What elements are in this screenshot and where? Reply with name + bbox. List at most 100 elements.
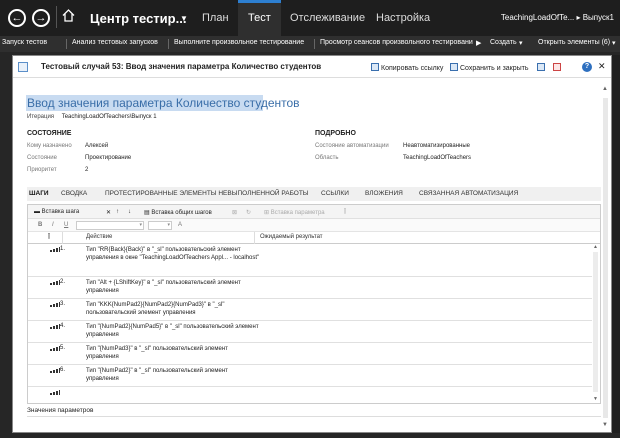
- tab-associated-automation[interactable]: СВЯЗАННАЯ АВТОМАТИЗАЦИЯ: [419, 190, 518, 197]
- chevron-down-icon[interactable]: ▾: [519, 39, 523, 47]
- expected-column-header[interactable]: Ожидаемый результат: [260, 234, 323, 240]
- tab-summary[interactable]: СВОДКА: [61, 190, 87, 197]
- open-items-menu[interactable]: Открыть элементы (6): [538, 39, 610, 46]
- move-up-icon[interactable]: ↑: [116, 209, 119, 215]
- underline-icon[interactable]: U: [64, 222, 68, 228]
- table-row[interactable]: [28, 387, 592, 404]
- exploratory-sessions-link[interactable]: Просмотр сеансов произвольного тестирова…: [320, 39, 473, 46]
- chevron-right-icon: ▶: [476, 40, 482, 47]
- state-value[interactable]: Проектирование: [85, 155, 131, 161]
- steps-toolbar: ▬ Вставка шага ✕ ↑ ↓ ▤ Вставка общих шаг…: [28, 205, 600, 219]
- refresh-icon[interactable]: ↻: [246, 209, 251, 216]
- insert-step-button[interactable]: ▬ Вставка шага: [34, 209, 79, 215]
- area-value[interactable]: TeachingLoadOfTeachers: [403, 155, 471, 161]
- run-tests-link[interactable]: Запуск тестов: [2, 39, 47, 46]
- font-color-icon[interactable]: A: [178, 222, 182, 228]
- save-close-label: Сохранить и закрыть: [460, 65, 529, 72]
- delete-icon[interactable]: [553, 63, 561, 71]
- steps-rows: 1. Тип "RR{Back}{Back}" в "_sl" пользова…: [28, 244, 592, 404]
- project-name[interactable]: Центр тестир...: [90, 11, 186, 26]
- table-row[interactable]: 5. Тип "{NumPad3}" в "_sl" пользовательс…: [28, 343, 592, 365]
- step-number: 1.: [60, 246, 66, 252]
- step-action[interactable]: Тип "{NumPad2}" в "_sl" пользовательский…: [86, 367, 261, 383]
- font-family-select[interactable]: ▾: [76, 221, 144, 230]
- action-column-header[interactable]: Действие: [86, 234, 112, 240]
- help-icon[interactable]: ?: [582, 62, 592, 72]
- divider: [254, 232, 255, 244]
- tab-tracking[interactable]: Отслеживание: [280, 0, 375, 36]
- analyze-runs-link[interactable]: Анализ тестовых запусков: [72, 39, 158, 46]
- step-handle-icon: [50, 280, 60, 285]
- insert-param-label: Вставка параметра: [270, 210, 325, 216]
- sub-toolbar: Запуск тестов Анализ тестовых запусков В…: [0, 36, 620, 52]
- create-shared-steps-icon[interactable]: ⊠: [232, 209, 237, 216]
- step-number: 5.: [60, 345, 66, 351]
- scroll-thumb[interactable]: [593, 252, 598, 392]
- scroll-down-icon[interactable]: ▼: [593, 396, 598, 402]
- save-close-button[interactable]: Сохранить и закрыть: [450, 63, 529, 72]
- window-scrollbar[interactable]: [612, 55, 620, 433]
- step-action[interactable]: Тип "KKK{NumPad2}{NumPad2}{NumPad3}" в "…: [86, 301, 261, 317]
- scroll-thumb[interactable]: [603, 98, 608, 418]
- table-row[interactable]: 6. Тип "{NumPad2}" в "_sl" пользовательс…: [28, 365, 592, 387]
- step-number: 3.: [60, 301, 66, 307]
- bold-icon[interactable]: B: [38, 222, 42, 228]
- step-number: 2.: [60, 279, 66, 285]
- chevron-down-icon[interactable]: ▾: [612, 39, 616, 47]
- tab-plan[interactable]: План: [192, 0, 239, 36]
- save-icon[interactable]: [537, 63, 545, 71]
- forward-icon[interactable]: →: [32, 9, 50, 27]
- step-action[interactable]: Тип "Alt + {LShiftKey}" в "_sl" пользова…: [86, 279, 261, 295]
- delete-step-icon[interactable]: ✕: [106, 209, 111, 216]
- divider: [27, 416, 601, 417]
- copy-link-button[interactable]: Копировать ссылку: [371, 63, 443, 72]
- chevron-down-icon[interactable]: ▼: [180, 14, 188, 23]
- font-size-select[interactable]: ▾: [148, 221, 172, 230]
- tab-links[interactable]: ССЫЛКИ: [321, 190, 349, 197]
- steps-scrollbar[interactable]: ▲ ▼: [592, 244, 599, 404]
- move-down-icon[interactable]: ↓: [128, 209, 131, 215]
- test-case-title-field[interactable]: Ввод значения параметра Количество студе…: [26, 95, 300, 111]
- table-row[interactable]: 1. Тип "RR{Back}{Back}" в "_sl" пользова…: [28, 244, 592, 277]
- dialog-title: Тестовый случай 53: Ввод значения параме…: [41, 62, 322, 71]
- breadcrumb[interactable]: TeachingLoadOfTe... ▸ Выпуск1: [501, 13, 614, 22]
- attachment-col-icon: ⫿: [48, 234, 50, 240]
- insert-parameter-button[interactable]: ⊞ Вставка параметра: [264, 209, 325, 216]
- insert-shared-label: Вставка общих шагов: [151, 210, 212, 216]
- back-icon[interactable]: ←: [8, 9, 26, 27]
- insert-shared-steps-button[interactable]: ▤ Вставка общих шагов: [144, 209, 212, 216]
- table-row[interactable]: 3. Тип "KKK{NumPad2}{NumPad2}{NumPad3}" …: [28, 299, 592, 321]
- tab-attachments[interactable]: ВЛОЖЕНИЯ: [365, 190, 403, 197]
- steps-grid: ▬ Вставка шага ✕ ↑ ↓ ▤ Вставка общих шаг…: [27, 204, 601, 404]
- dialog-scrollbar[interactable]: ▲ ▼: [601, 86, 609, 431]
- scroll-down-icon[interactable]: ▼: [602, 422, 608, 428]
- step-action[interactable]: Тип "{NumPad3}" в "_sl" пользовательский…: [86, 345, 261, 361]
- step-handle-icon: [50, 247, 60, 252]
- scroll-up-icon[interactable]: ▲: [602, 86, 608, 92]
- automation-value[interactable]: Неавтоматизированные: [403, 143, 470, 149]
- tab-test[interactable]: Тест: [238, 0, 281, 36]
- step-action[interactable]: Тип "RR{Back}{Back}" в "_sl" пользовател…: [86, 246, 261, 262]
- italic-icon[interactable]: I: [52, 222, 54, 228]
- save-icon: [450, 63, 458, 71]
- close-icon[interactable]: ✕: [598, 61, 606, 72]
- priority-value[interactable]: 2: [85, 167, 88, 173]
- table-row[interactable]: 2. Тип "Alt + {LShiftKey}" в "_sl" польз…: [28, 277, 592, 299]
- assigned-value[interactable]: Алексей: [85, 143, 108, 149]
- format-toolbar: B I U ▾ ▾ A: [28, 219, 600, 232]
- tab-steps[interactable]: ШАГИ: [29, 190, 49, 197]
- exploratory-testing-link[interactable]: Выполните произвольное тестирование: [174, 39, 304, 46]
- step-action[interactable]: Тип "{NumPad2}{NumPad5}" в "_sl" пользов…: [86, 323, 261, 339]
- create-menu[interactable]: Создать: [490, 39, 517, 46]
- tab-settings[interactable]: Настройка: [366, 0, 440, 36]
- scroll-up-icon[interactable]: ▲: [593, 244, 598, 250]
- step-handle-icon: [50, 368, 60, 373]
- attachment-icon[interactable]: ⫿: [344, 209, 346, 216]
- divider: [66, 39, 67, 49]
- tab-tested-backlog-items[interactable]: ПРОТЕСТИРОВАННЫЕ ЭЛЕМЕНТЫ НЕВЫПОЛНЕННОЙ …: [105, 190, 309, 197]
- home-button[interactable]: [56, 6, 78, 28]
- step-handle-icon: [50, 390, 60, 395]
- iteration-value[interactable]: TeachingLoadOfTeachers\Выпуск 1: [62, 114, 157, 120]
- priority-label: Приоритет: [27, 167, 57, 173]
- table-row[interactable]: 4. Тип "{NumPad2}{NumPad5}" в "_sl" поль…: [28, 321, 592, 343]
